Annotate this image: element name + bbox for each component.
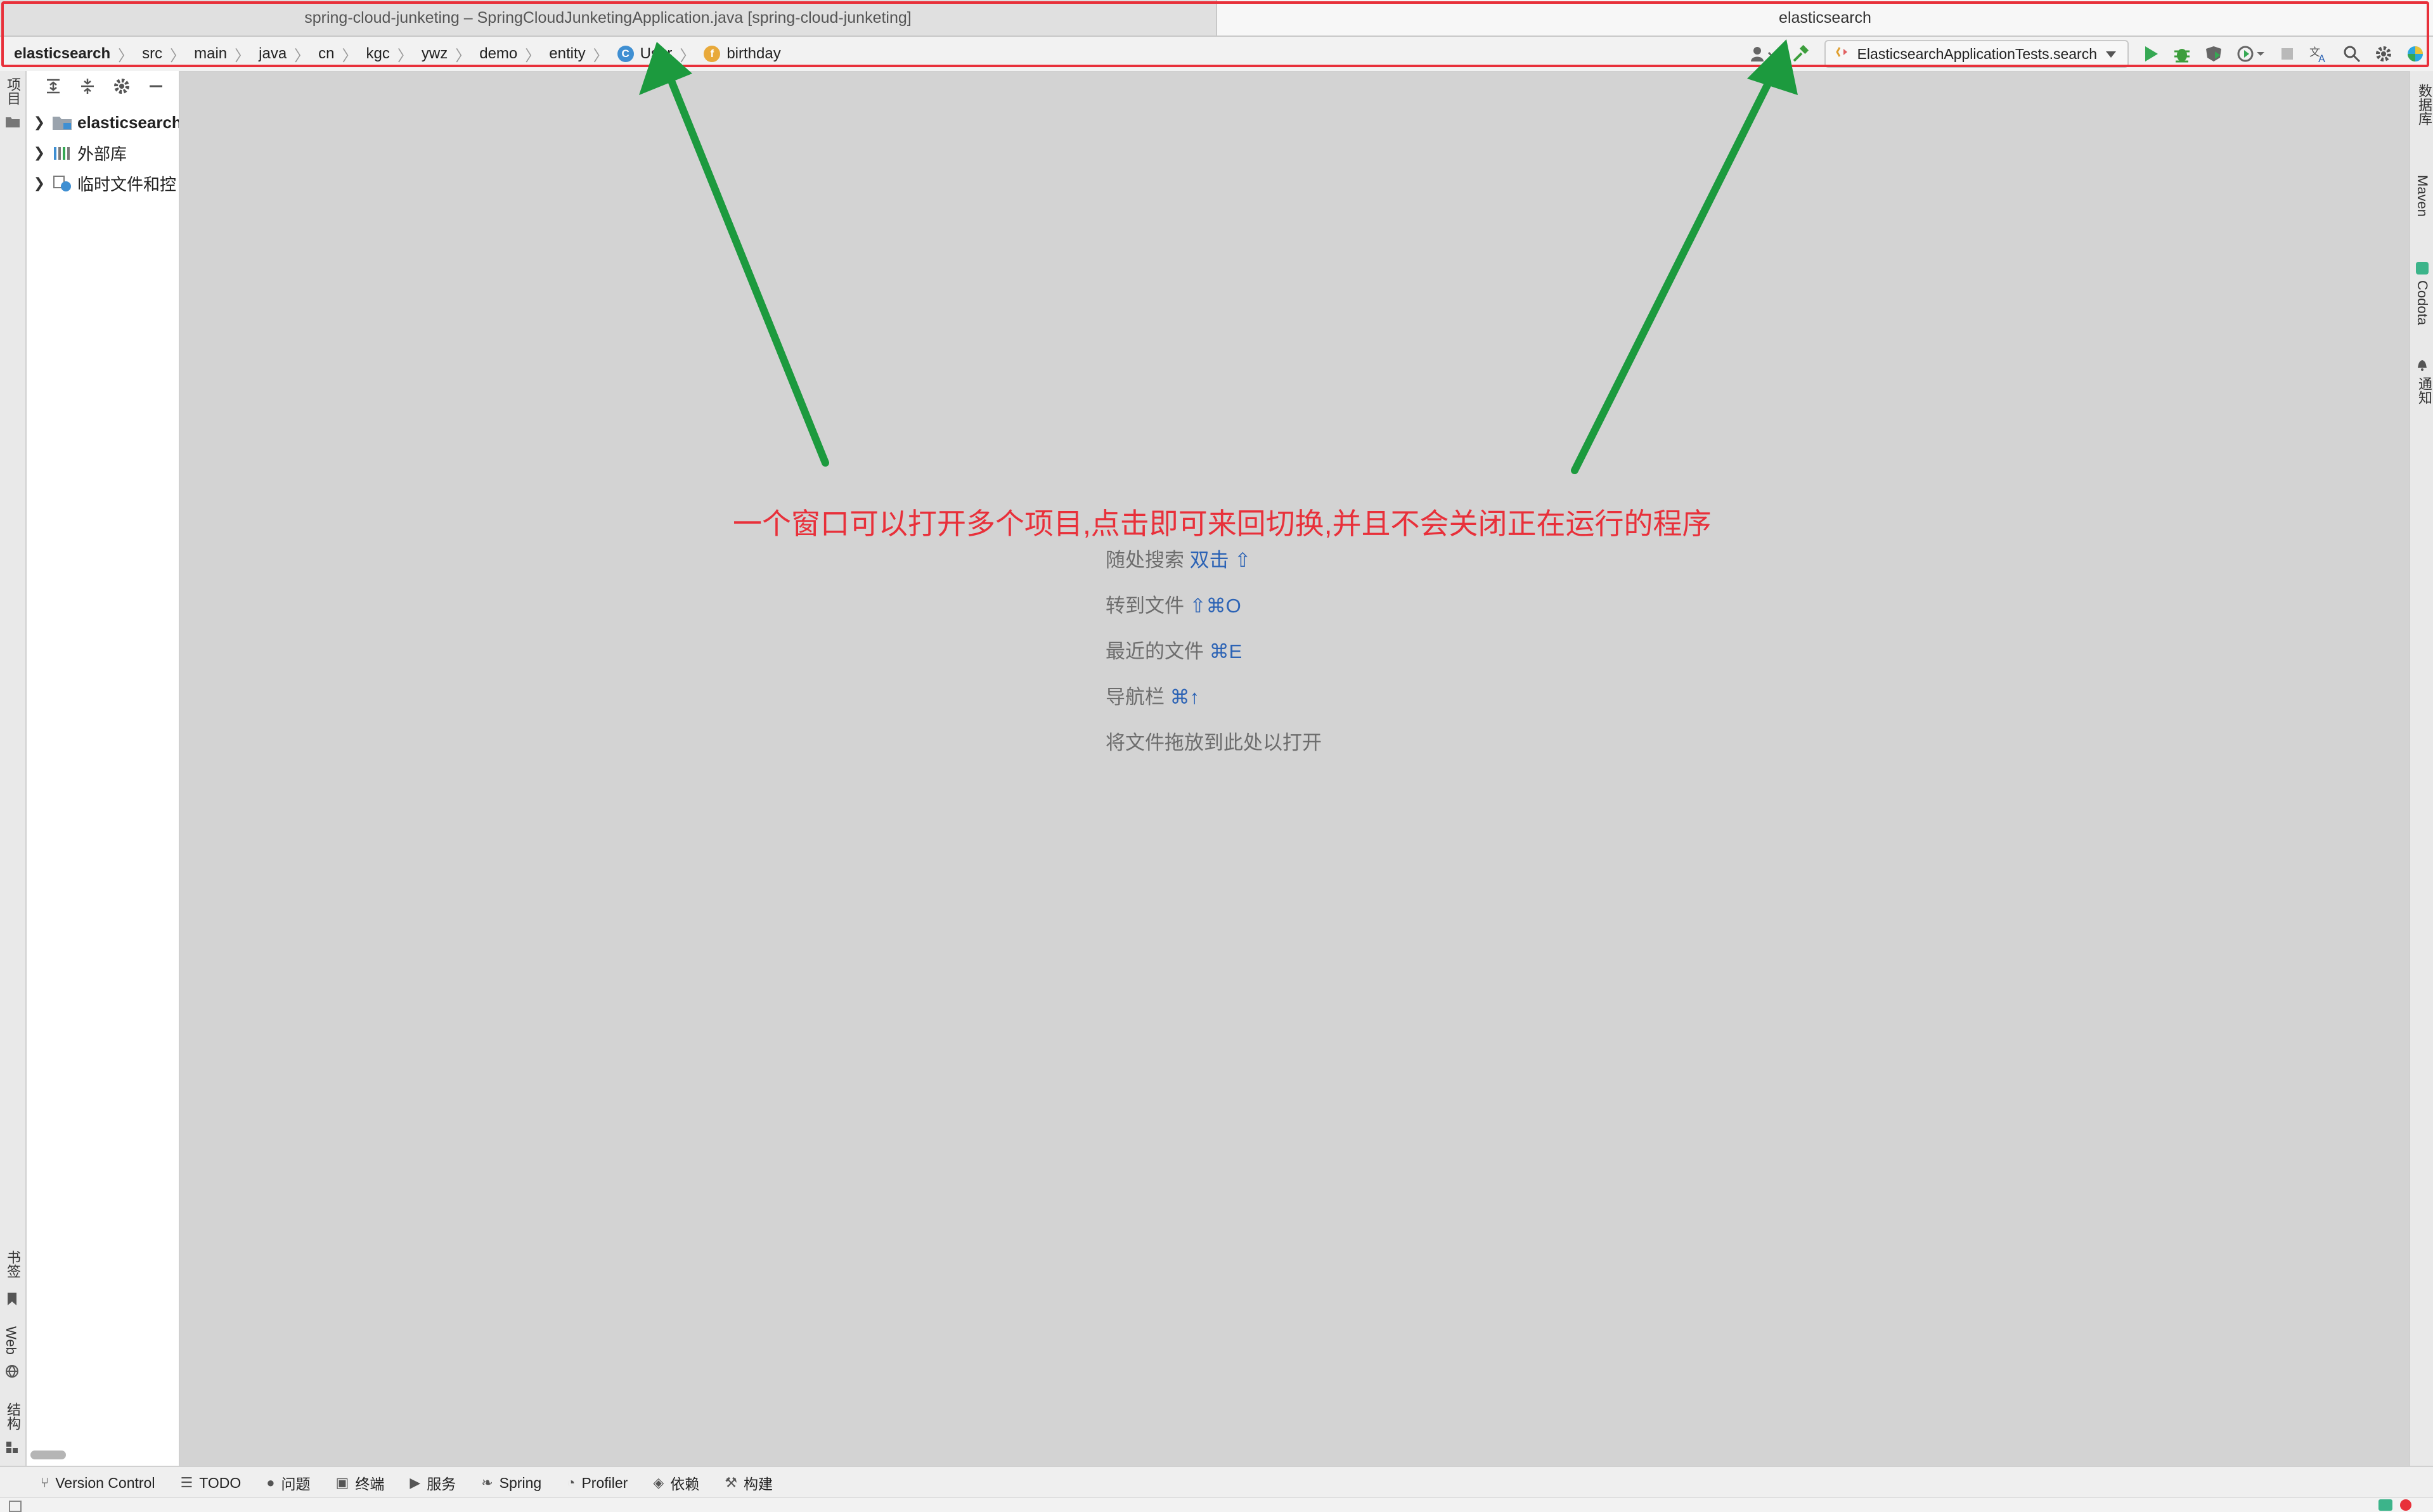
bottom-tab-label: 终端 bbox=[355, 1476, 385, 1492]
tool-window-database[interactable]: 数据库 bbox=[2414, 84, 2433, 126]
bottom-tab-services[interactable]: ▶ 服务 bbox=[410, 1472, 456, 1494]
arrow-to-left-tab bbox=[639, 42, 829, 467]
bottom-tab-problems[interactable]: ● 问题 bbox=[266, 1472, 310, 1494]
tool-window-codota[interactable]: Codota bbox=[2414, 280, 2430, 325]
bottom-tab-dependencies[interactable]: ◈ 依赖 bbox=[653, 1472, 699, 1494]
database-tool-label: 数据库 bbox=[2417, 84, 2432, 126]
bottom-tab-label: Version Control bbox=[55, 1474, 155, 1491]
right-tool-stripe: 数据库 Maven Codota 通知 bbox=[2409, 71, 2433, 1466]
services-icon: ▶ bbox=[410, 1475, 421, 1490]
terminal-icon: ▣ bbox=[335, 1475, 349, 1490]
codota-tool-label: Codota bbox=[2415, 280, 2430, 325]
bottom-tab-label: 构建 bbox=[743, 1476, 773, 1492]
bottom-tab-label: Profiler bbox=[581, 1474, 628, 1491]
bottom-tab-label: 问题 bbox=[281, 1476, 311, 1492]
spring-icon: ❧ bbox=[481, 1475, 493, 1490]
bottom-tab-spring[interactable]: ❧ Spring bbox=[481, 1475, 541, 1492]
bell-icon bbox=[2415, 358, 2429, 375]
bottom-tab-label: 依赖 bbox=[670, 1476, 700, 1492]
arrow-annotations bbox=[639, 39, 1798, 474]
codota-icon bbox=[2415, 261, 2429, 278]
branch-icon: ⑂ bbox=[41, 1475, 49, 1490]
build-icon: ⚒ bbox=[725, 1475, 737, 1490]
bottom-tab-version-control[interactable]: ⑂ Version Control bbox=[41, 1475, 155, 1492]
bottom-tool-bar: ⑂ Version Control ☰ TODO ● 问题 ▣ 终端 ▶ 服务 … bbox=[0, 1466, 2433, 1499]
bottom-tab-terminal[interactable]: ▣ 终端 bbox=[336, 1472, 385, 1494]
list-icon: ☰ bbox=[180, 1475, 193, 1490]
dependencies-icon: ◈ bbox=[653, 1475, 664, 1490]
tool-window-notifications[interactable]: 通知 bbox=[2414, 377, 2433, 404]
error-indicator-icon[interactable] bbox=[2400, 1499, 2411, 1511]
bottom-tab-todo[interactable]: ☰ TODO bbox=[180, 1475, 241, 1492]
notifications-tool-label: 通知 bbox=[2417, 377, 2432, 404]
profiler-icon: ◔ bbox=[567, 1475, 576, 1490]
bottom-tab-label: 服务 bbox=[427, 1476, 456, 1492]
bottom-tab-label: TODO bbox=[199, 1474, 242, 1491]
window-toggle-icon[interactable] bbox=[9, 1501, 22, 1512]
bottom-tab-build[interactable]: ⚒ 构建 bbox=[725, 1472, 773, 1494]
status-bar bbox=[0, 1497, 2433, 1512]
maven-tool-label: Maven bbox=[2415, 175, 2430, 217]
problems-icon: ● bbox=[266, 1475, 275, 1490]
bottom-tab-label: Spring bbox=[499, 1474, 542, 1491]
codota-status-icon[interactable] bbox=[2378, 1499, 2392, 1511]
tool-window-maven[interactable]: Maven bbox=[2414, 175, 2430, 217]
arrow-to-right-tab bbox=[1571, 39, 1798, 474]
bottom-tab-profiler[interactable]: ◔ Profiler bbox=[567, 1475, 628, 1492]
